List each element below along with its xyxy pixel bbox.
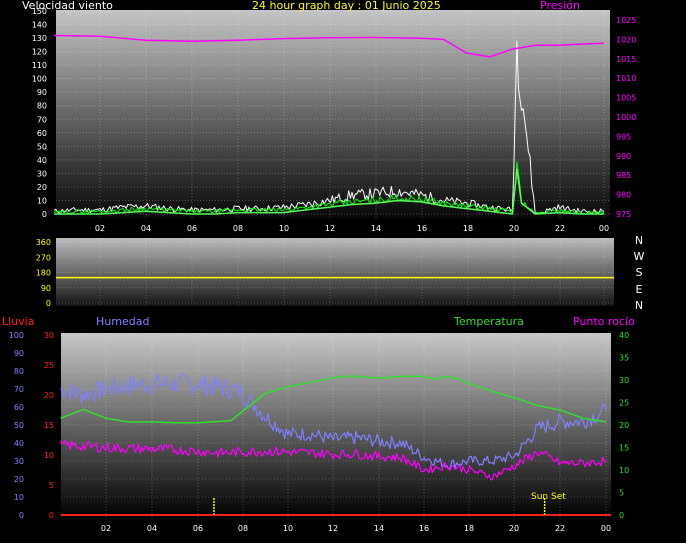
temperature-y-tick: 10 [619, 466, 629, 475]
wind-x-tick: 20 [509, 224, 519, 233]
dewpoint-label: Punto rocío [573, 315, 635, 328]
humidity-y-tick: 70 [14, 385, 24, 394]
climate-x-tick: 10 [283, 524, 293, 533]
humidity-y-tick: 50 [14, 421, 24, 430]
pressure-y-tick: 1005 [616, 94, 636, 103]
humidity-y-tick: 20 [14, 475, 24, 484]
temperature-y-tick: 15 [619, 444, 629, 453]
direction-y-tick: 90 [41, 284, 51, 293]
humidity-y-tick: 10 [14, 493, 24, 502]
temperature-label: Temperatura [453, 315, 524, 328]
wind-x-tick: 14 [371, 224, 381, 233]
wind-x-tick: 08 [233, 224, 243, 233]
wind-y-tick: 100 [32, 75, 47, 84]
rain-y-tick: 30 [44, 331, 54, 340]
rain-label: Lluvia [2, 315, 34, 328]
compass-label: N [635, 299, 643, 312]
weather-charts: 1501401301201101009080706050403020100102… [2, 0, 645, 533]
wind-y-tick: 60 [37, 129, 47, 138]
rain-y-tick: 25 [44, 361, 54, 370]
pressure-y-tick: 1015 [616, 55, 636, 64]
pressure-y-tick: 995 [616, 132, 631, 141]
humidity-y-tick: 90 [14, 349, 24, 358]
rain-y-tick: 5 [49, 481, 54, 490]
wind-y-tick: 50 [37, 142, 47, 151]
pressure-y-tick: 1010 [616, 74, 636, 83]
wind-x-tick: 16 [417, 224, 427, 233]
wind-y-tick: 110 [32, 61, 47, 70]
humidity-y-tick: 30 [14, 457, 24, 466]
direction-y-tick: 360 [36, 238, 51, 247]
rain-y-tick: 10 [44, 451, 54, 460]
humidity-y-tick: 40 [14, 439, 24, 448]
direction-y-tick: 270 [36, 253, 51, 262]
pressure-y-tick: 1020 [616, 35, 636, 44]
climate-x-tick: 14 [374, 524, 384, 533]
wind-y-tick: 140 [32, 21, 47, 30]
humidity-label: Humedad [96, 315, 149, 328]
pressure-label: Presión [540, 0, 580, 12]
compass-label: E [636, 283, 643, 296]
weather-graph-page: 150 140 130 120 110 100 90 80 70 60 50 40 30 20 10 0 102… [0, 0, 686, 543]
wind-y-tick: 120 [32, 48, 47, 57]
pressure-y-tick: 1000 [616, 113, 636, 122]
climate-x-tick: 22 [555, 524, 565, 533]
temperature-y-tick: 35 [619, 354, 629, 363]
humidity-y-tick: 0 [19, 511, 24, 520]
wind-x-tick: 22 [555, 224, 565, 233]
climate-x-tick: 08 [238, 524, 248, 533]
pressure-y-tick: 975 [616, 210, 631, 219]
climate-x-tick: 02 [101, 524, 111, 533]
sunset-label: Sun Set [531, 492, 566, 502]
pressure-y-tick: 985 [616, 171, 631, 180]
temperature-y-tick: 20 [619, 421, 629, 430]
direction-y-tick: 180 [36, 269, 51, 278]
temperature-y-tick: 0 [619, 511, 624, 520]
wind-y-tick: 30 [37, 169, 47, 178]
wind-y-tick: 40 [37, 156, 47, 165]
wind-x-tick: 02 [95, 224, 105, 233]
temperature-y-tick: 30 [619, 376, 629, 385]
compass-label: W [634, 250, 645, 263]
temperature-y-tick: 40 [619, 331, 629, 340]
wind-y-tick: 10 [37, 196, 47, 205]
climate-x-tick: 00 [601, 524, 611, 533]
humidity-y-tick: 80 [14, 367, 24, 376]
humidity-y-tick: 100 [9, 331, 24, 340]
climate-plot-area [61, 333, 611, 518]
pressure-y-tick: 990 [616, 152, 631, 161]
wind-y-tick: 0 [42, 210, 47, 219]
wind-x-tick: 10 [279, 224, 289, 233]
wind-x-tick: 04 [141, 224, 151, 233]
rain-y-tick: 0 [49, 511, 54, 520]
compass-label: N [635, 234, 643, 247]
pressure-y-tick: 1025 [616, 16, 636, 25]
page-title: 24 hour graph day : 01 Junio 2025 [252, 0, 441, 12]
wind-x-tick: 12 [325, 224, 335, 233]
climate-x-tick: 12 [328, 524, 338, 533]
climate-x-tick: 04 [147, 524, 157, 533]
compass-label: S [636, 266, 643, 279]
rain-y-tick: 15 [44, 421, 54, 430]
climate-x-tick: 16 [419, 524, 429, 533]
pressure-y-tick: 980 [616, 191, 631, 200]
rain-y-tick: 20 [44, 391, 54, 400]
direction-y-tick: 0 [46, 299, 51, 308]
wind-y-tick: 90 [37, 88, 47, 97]
temperature-y-tick: 5 [619, 489, 624, 498]
wind-speed-label: Velocidad viento [22, 0, 113, 12]
wind-y-tick: 70 [37, 115, 47, 124]
wind-x-tick: 18 [463, 224, 473, 233]
wind-x-tick: 06 [187, 224, 197, 233]
climate-x-tick: 20 [509, 524, 519, 533]
wind-x-tick: 00 [599, 224, 609, 233]
climate-x-tick: 06 [193, 524, 203, 533]
wind-y-tick: 20 [37, 183, 47, 192]
wind-y-tick: 80 [37, 102, 47, 111]
climate-x-tick: 18 [464, 524, 474, 533]
wind-y-tick: 130 [32, 34, 47, 43]
temperature-y-tick: 25 [619, 399, 629, 408]
humidity-y-tick: 60 [14, 403, 24, 412]
